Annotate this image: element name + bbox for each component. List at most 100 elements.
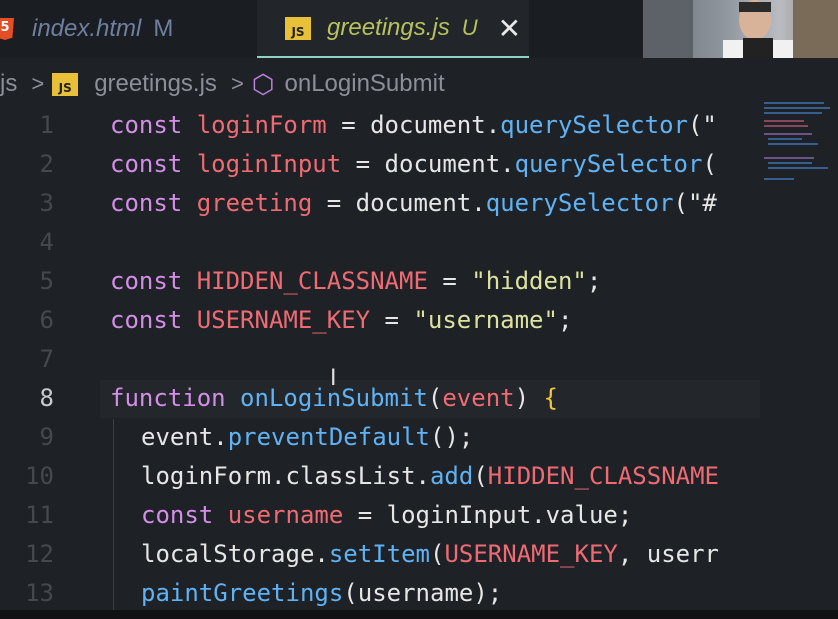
line-number: 9 — [39, 423, 54, 451]
code-token: HIDDEN_CLASSNAME — [487, 462, 719, 490]
code-text: loginForm.classList.add(HIDDEN_CLASSNAME — [141, 457, 719, 496]
code-line[interactable]: 13 paintGreetings(username); — [0, 574, 760, 613]
code-token: ; — [557, 306, 573, 334]
code-token: ( — [430, 540, 445, 568]
line-number: 11 — [25, 501, 54, 529]
code-token: const — [110, 111, 197, 139]
code-token: (username); — [343, 579, 503, 607]
code-token: function — [110, 384, 241, 412]
code-token: ) — [514, 384, 544, 412]
code-token: loginInput — [196, 150, 342, 178]
code-token: (" — [687, 111, 717, 139]
code-token: ( — [427, 384, 443, 412]
close-icon[interactable]: ✕ — [498, 12, 521, 45]
code-token: querySelector — [500, 111, 688, 139]
code-token: "hidden" — [471, 267, 587, 295]
code-token: = — [427, 267, 472, 295]
code-token: preventDefault — [227, 423, 430, 451]
code-token: const — [110, 306, 197, 334]
code-token: const — [110, 267, 197, 295]
code-token: , userr — [617, 540, 719, 568]
code-text: paintGreetings(username); — [141, 574, 502, 613]
code-token: USERNAME_KEY — [444, 540, 618, 568]
code-text: const HIDDEN_CLASSNAME = "hidden"; — [110, 262, 601, 301]
code-token: const — [110, 189, 197, 217]
code-token: ( — [473, 462, 488, 490]
line-number: 1 — [39, 111, 54, 139]
tab-label: index.html — [32, 15, 142, 42]
line-number: 12 — [25, 540, 54, 568]
breadcrumb-folder[interactable]: js — [0, 70, 17, 98]
code-line[interactable]: 1 const loginForm = document.querySelecto… — [0, 106, 760, 145]
code-token: event. — [141, 423, 228, 451]
symbol-method-icon: ⬡ — [251, 68, 275, 99]
code-token: event — [442, 384, 515, 412]
line-number: 3 — [39, 189, 54, 217]
code-token: { — [543, 384, 558, 412]
code-line[interactable]: 4 — [0, 223, 760, 262]
code-line[interactable]: 2 const loginInput = document.querySelect… — [0, 145, 760, 184]
code-token: (); — [430, 423, 474, 451]
code-token: = loginInput. — [343, 501, 546, 529]
code-text: localStorage.setItem(USERNAME_KEY, userr — [141, 535, 719, 574]
code-token: = — [370, 306, 414, 334]
line-number: 2 — [39, 150, 54, 178]
code-line[interactable]: 11 const username = loginInput.value; — [0, 496, 760, 535]
tab-index-html[interactable]: 5 index.html M — [0, 0, 254, 58]
code-token: username — [227, 501, 344, 529]
js-icon: JS — [285, 16, 311, 40]
code-token: const — [110, 150, 197, 178]
breadcrumb-file[interactable]: greetings.js — [94, 70, 217, 98]
code-text: event.preventDefault(); — [141, 418, 473, 457]
line-number: 7 — [39, 345, 54, 373]
code-token: ("# — [673, 189, 717, 217]
code-line[interactable]: 6 const USERNAME_KEY = "username"; — [0, 301, 760, 340]
line-number: 8 — [39, 384, 54, 412]
code-token: = document. — [326, 111, 501, 139]
modified-badge: M — [153, 15, 174, 42]
code-line[interactable]: 12 localStorage.setItem(USERNAME_KEY, use… — [0, 535, 760, 574]
code-token: querySelector — [514, 150, 703, 178]
html5-icon: 5 — [0, 18, 14, 40]
chevron-right-icon: > — [230, 71, 244, 96]
line-number: 10 — [25, 462, 54, 490]
code-token: loginForm.classList. — [141, 462, 430, 490]
code-token: ; — [586, 267, 602, 295]
breadcrumb: js > JS greetings.js > ⬡ onLoginSubmit — [0, 58, 838, 110]
tab-greetings-js[interactable]: JS greetings.js U ✕ — [257, 0, 529, 58]
code-line[interactable]: 8 function onLoginSubmit(event) { — [0, 379, 760, 418]
code-token: querySelector — [485, 189, 674, 217]
breadcrumb-symbol[interactable]: onLoginSubmit — [285, 70, 445, 98]
untracked-badge: U — [461, 15, 478, 40]
code-text: const username = loginInput.value; — [141, 496, 632, 535]
minimap[interactable] — [760, 100, 838, 190]
line-number: 5 — [39, 267, 54, 295]
code-line[interactable]: 9 event.preventDefault(); — [0, 418, 760, 457]
code-text: const greeting = document.querySelector(… — [110, 184, 717, 223]
text-cursor-icon: I — [330, 366, 337, 391]
js-icon: JS — [52, 72, 79, 96]
code-line[interactable]: 3 const greeting = document.querySelector… — [0, 184, 760, 223]
code-token: = document. — [341, 150, 515, 178]
code-text: const loginForm = document.querySelector… — [110, 106, 717, 145]
line-number: 6 — [39, 306, 54, 334]
code-token: HIDDEN_CLASSNAME — [196, 267, 428, 295]
code-token: setItem — [328, 540, 430, 568]
code-text: const USERNAME_KEY = "username"; — [110, 301, 572, 340]
code-text: const loginInput = document.querySelecto… — [110, 145, 717, 184]
code-token: value; — [545, 501, 633, 529]
bottom-edge — [0, 610, 838, 619]
code-token: ( — [702, 150, 717, 178]
chevron-right-icon: > — [31, 71, 45, 96]
tab-label: greetings.js — [327, 14, 450, 41]
code-editor[interactable]: 1 const loginForm = document.querySelecto… — [0, 106, 760, 619]
code-line[interactable]: 5 const HIDDEN_CLASSNAME = "hidden"; — [0, 262, 760, 301]
code-line[interactable]: 7 — [0, 340, 760, 379]
code-token: loginForm — [196, 111, 327, 139]
code-token: "username" — [413, 306, 558, 334]
code-token: localStorage. — [141, 540, 329, 568]
code-line[interactable]: 10 loginForm.classList.add(HIDDEN_CLASSNA… — [0, 457, 760, 496]
line-number: 13 — [25, 579, 54, 607]
code-token: add — [429, 462, 474, 490]
code-token: = document. — [312, 189, 486, 217]
